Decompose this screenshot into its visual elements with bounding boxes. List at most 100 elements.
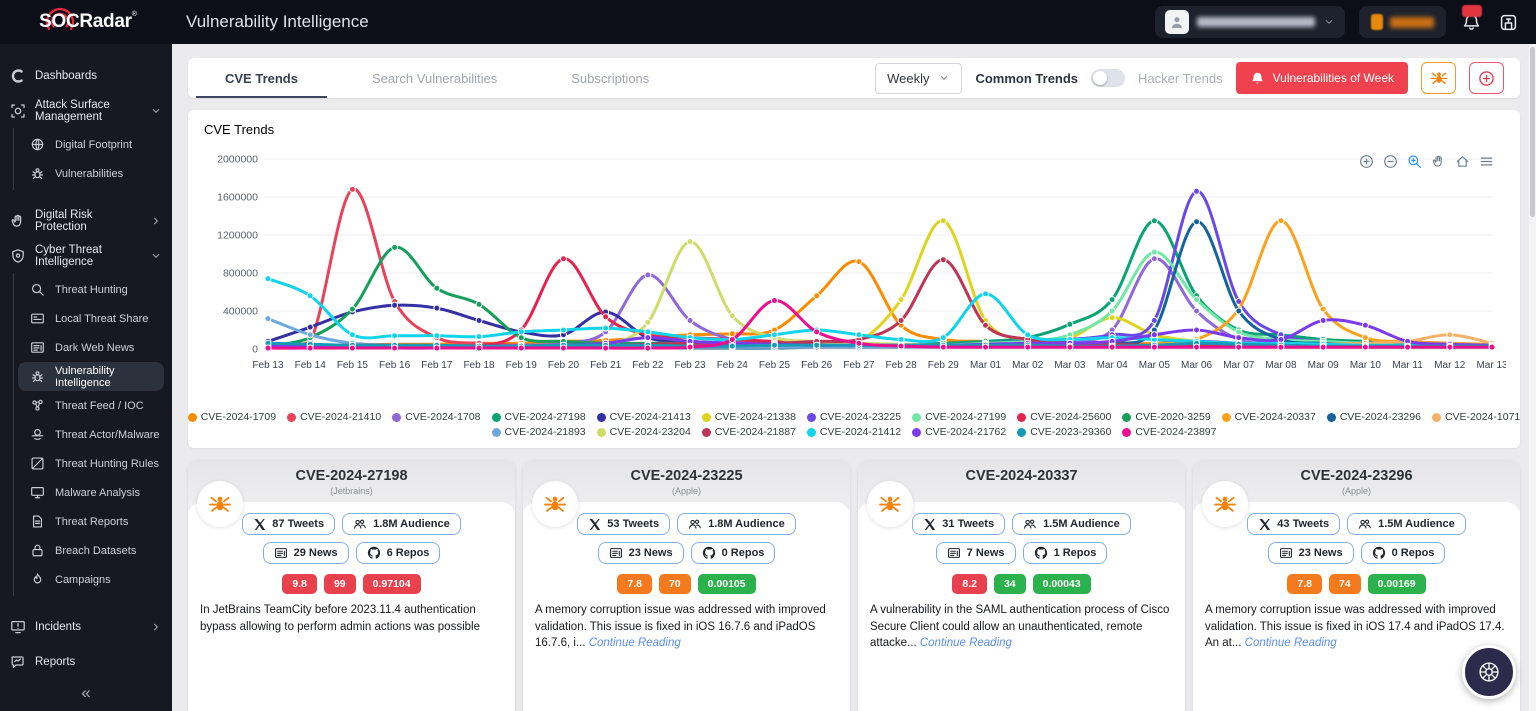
sidebar-item-digital-footprint[interactable]: Digital Footprint xyxy=(14,130,172,159)
legend-item-cve-2024-23204[interactable]: CVE-2024-23204 xyxy=(597,426,691,438)
user-account-button[interactable] xyxy=(1155,6,1345,38)
trends-toggle[interactable] xyxy=(1091,69,1125,87)
legend-item-cve-2024-27198[interactable]: CVE-2024-27198 xyxy=(492,411,586,423)
legend-item-cve-2024-21893[interactable]: CVE-2024-21893 xyxy=(492,426,586,438)
socradar-logo[interactable]: SOCRadar® xyxy=(0,11,172,33)
legend-item-cve-2024-1709[interactable]: CVE-2024-1709 xyxy=(188,411,276,423)
legend-item-cve-2024-23296[interactable]: CVE-2024-23296 xyxy=(1327,411,1421,423)
sidebar-item-dashboards[interactable]: Dashboards xyxy=(0,58,172,93)
legend-label: CVE-2024-27198 xyxy=(505,411,586,423)
legend-item-cve-2024-25600[interactable]: CVE-2024-25600 xyxy=(1017,411,1111,423)
legend-item-cve-2024-1708[interactable]: CVE-2024-1708 xyxy=(392,411,480,423)
continue-reading-link[interactable]: Continue Reading xyxy=(1245,637,1337,649)
zoom-out-icon[interactable] xyxy=(1383,154,1398,169)
legend-item-cve-2024-21762[interactable]: CVE-2024-21762 xyxy=(912,426,1006,438)
hacker-trends-label[interactable]: Hacker Trends xyxy=(1138,71,1223,86)
legend-item-cve-2020-3259[interactable]: CVE-2020-3259 xyxy=(1122,411,1210,423)
sidebar-item-attack-surface-management[interactable]: Attack Surface Management xyxy=(0,93,172,128)
legend-dot xyxy=(912,413,921,422)
sidebar-item-threat-hunting-rules[interactable]: Threat Hunting Rules xyxy=(14,449,172,478)
sidebar-item-vulnerability-intelligence[interactable]: Vulnerability Intelligence xyxy=(18,362,164,391)
legend-item-cve-2024-21338[interactable]: CVE-2024-21338 xyxy=(702,411,796,423)
sidebar-item-malware-analysis[interactable]: Malware Analysis xyxy=(14,478,172,507)
organization-button[interactable] xyxy=(1497,11,1520,34)
tweets-pill[interactable]: 87 Tweets xyxy=(242,513,335,535)
sidebar-item-dark-web-news[interactable]: Dark Web News xyxy=(14,333,172,362)
continue-reading-link[interactable]: Continue Reading xyxy=(920,637,1012,649)
cve-trends-chart[interactable]: 0400000800000120000016000002000000Feb 13… xyxy=(202,147,1506,409)
sidebar-item-label: Reports xyxy=(35,656,75,668)
support-chat-button[interactable] xyxy=(1462,645,1516,699)
sidebar-item-reports[interactable]: Reports xyxy=(0,644,172,677)
legend-dot xyxy=(597,413,606,422)
legend-dot xyxy=(492,413,501,422)
repos-pill[interactable]: 6 Repos xyxy=(356,542,441,564)
audience-pill[interactable]: 1.5M Audience xyxy=(1012,513,1131,535)
cve-card-body: 53 Tweets1.8M Audience23 News0 Repos7.87… xyxy=(523,502,850,711)
continue-reading-link[interactable]: Continue Reading xyxy=(589,637,681,649)
scrollbar-thumb[interactable] xyxy=(1530,47,1535,217)
cve-id[interactable]: CVE-2024-23225 xyxy=(523,468,850,484)
scrollbar[interactable] xyxy=(1529,44,1536,711)
bug-button[interactable] xyxy=(1421,62,1456,94)
audience-pill[interactable]: 1.8M Audience xyxy=(677,513,796,535)
sidebar-item-breach-datasets[interactable]: Breach Datasets xyxy=(14,536,172,565)
tab-cve-trends[interactable]: CVE Trends xyxy=(188,58,335,98)
tweets-pill[interactable]: 31 Tweets xyxy=(912,513,1005,535)
legend-item-cve-2024-23897[interactable]: CVE-2024-23897 xyxy=(1122,426,1216,438)
period-select[interactable]: Weekly xyxy=(875,63,962,94)
cve-id[interactable]: CVE-2024-23296 xyxy=(1193,468,1520,484)
repos-pill[interactable]: 0 Repos xyxy=(1361,542,1446,564)
sidebar-item-threat-reports[interactable]: Threat Reports xyxy=(14,507,172,536)
sidebar-item-campaigns[interactable]: Campaigns xyxy=(14,565,172,594)
sidebar-item-cyber-threat-intelligence[interactable]: Cyber Threat Intelligence xyxy=(0,238,172,273)
menu-icon[interactable] xyxy=(1479,154,1494,169)
panning-icon[interactable] xyxy=(1431,154,1446,169)
legend-item-cve-2024-20337[interactable]: CVE-2024-20337 xyxy=(1222,411,1316,423)
legend-item-cve-2024-21887[interactable]: CVE-2024-21887 xyxy=(702,426,796,438)
svg-text:1200000: 1200000 xyxy=(217,230,258,242)
news-pill[interactable]: 23 News xyxy=(1268,542,1354,564)
sidebar-collapse-button[interactable]: « xyxy=(0,677,172,711)
news-pill[interactable]: 29 News xyxy=(263,542,349,564)
audience-icon xyxy=(688,517,702,531)
notifications-button[interactable] xyxy=(1460,11,1483,34)
sidebar-item-vulnerabilities[interactable]: Vulnerabilities xyxy=(14,159,172,188)
repos-pill[interactable]: 1 Repos xyxy=(1023,542,1108,564)
sidebar-item-threat-actor-malware[interactable]: Threat Actor/Malware xyxy=(14,420,172,449)
tab-search-vulnerabilities[interactable]: Search Vulnerabilities xyxy=(335,58,534,98)
sidebar-item-digital-risk-protection[interactable]: Digital Risk Protection xyxy=(0,203,172,238)
legend-item-cve-2024-27199[interactable]: CVE-2024-27199 xyxy=(912,411,1006,423)
legend-item-cve-2024-23225[interactable]: CVE-2024-23225 xyxy=(807,411,901,423)
reset-zoom-icon[interactable] xyxy=(1455,154,1470,169)
audience-pill[interactable]: 1.8M Audience xyxy=(342,513,461,535)
cve-id[interactable]: CVE-2024-20337 xyxy=(858,468,1185,484)
legend-item-cve-2024-21413[interactable]: CVE-2024-21413 xyxy=(597,411,691,423)
legend-item-cve-2024-21412[interactable]: CVE-2024-21412 xyxy=(807,426,901,438)
tweets-pill[interactable]: 43 Tweets xyxy=(1247,513,1340,535)
tweets-pill[interactable]: 53 Tweets xyxy=(577,513,670,535)
legend-item-cve-2024-1071[interactable]: CVE-2024-1071 xyxy=(1432,411,1520,423)
tab-subscriptions[interactable]: Subscriptions xyxy=(534,58,686,98)
audience-pill[interactable]: 1.5M Audience xyxy=(1347,513,1466,535)
zoom-in-icon[interactable] xyxy=(1359,154,1374,169)
svg-text:Feb 15: Feb 15 xyxy=(337,360,369,371)
news-pill[interactable]: 7 News xyxy=(936,542,1016,564)
cve-id[interactable]: CVE-2024-27198 xyxy=(188,468,515,484)
common-trends-label[interactable]: Common Trends xyxy=(975,71,1078,86)
vulnerabilities-of-week-button[interactable]: Vulnerabilities of Week xyxy=(1236,62,1408,94)
stats-row-2: 23 News 0 Repos xyxy=(523,542,850,564)
sidebar-item-threat-feed-ioc[interactable]: Threat Feed / IOC xyxy=(14,391,172,420)
sidebar-item-threat-hunting[interactable]: Threat Hunting xyxy=(14,275,172,304)
sidebar-item-label: Campaigns xyxy=(55,574,111,586)
selection-zoom-icon[interactable] xyxy=(1407,154,1422,169)
legend-item-cve-2024-21410[interactable]: CVE-2024-21410 xyxy=(287,411,381,423)
news-pill[interactable]: 23 News xyxy=(598,542,684,564)
credits-pill[interactable] xyxy=(1359,6,1446,38)
credit-icon xyxy=(1371,14,1383,30)
repos-pill[interactable]: 0 Repos xyxy=(691,542,776,564)
sidebar-item-incidents[interactable]: Incidents xyxy=(0,609,172,644)
add-button[interactable] xyxy=(1469,62,1504,94)
legend-item-cve-2023-29360[interactable]: CVE-2023-29360 xyxy=(1017,426,1111,438)
sidebar-item-local-threat-share[interactable]: Local Threat Share xyxy=(14,304,172,333)
